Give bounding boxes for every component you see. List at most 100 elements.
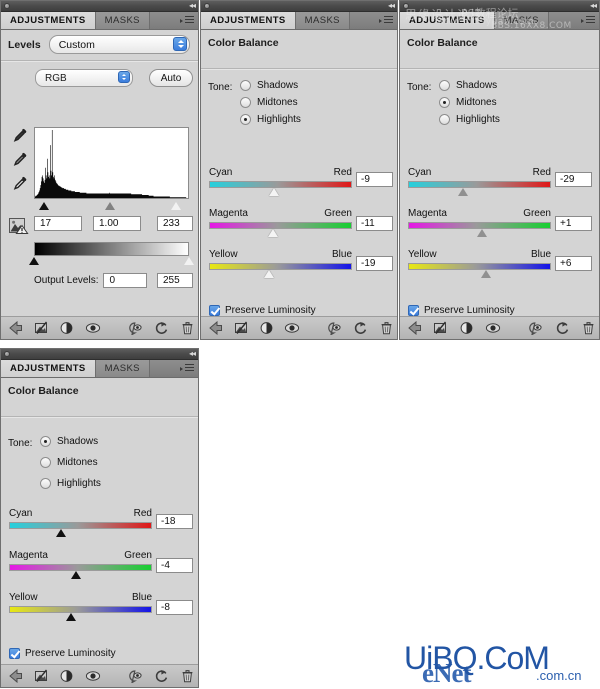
mask-preview-icon[interactable] bbox=[525, 319, 547, 337]
output-shadow-handle[interactable] bbox=[29, 257, 39, 265]
mask-preview-icon[interactable] bbox=[325, 319, 346, 337]
panel-titlebar[interactable]: ◂◂ bbox=[400, 1, 599, 12]
collapse-chevrons-icon[interactable]: ◂◂ bbox=[590, 2, 597, 10]
delete-adjustment-icon[interactable] bbox=[577, 319, 599, 337]
cyan-red-track[interactable] bbox=[209, 181, 352, 196]
panel-titlebar[interactable]: ◂◂ bbox=[201, 1, 397, 12]
yellow-blue-knob[interactable] bbox=[66, 613, 77, 621]
yellow-blue-knob[interactable] bbox=[263, 270, 274, 278]
return-to-previous-state-icon[interactable] bbox=[205, 319, 226, 337]
reset-adjustment-icon[interactable] bbox=[551, 319, 573, 337]
view-previous-state-icon[interactable] bbox=[56, 319, 78, 337]
yellow-blue-track[interactable] bbox=[9, 606, 152, 621]
return-to-previous-state-icon[interactable] bbox=[5, 667, 27, 685]
tab-masks[interactable]: MASKS bbox=[295, 12, 350, 29]
panel-titlebar[interactable]: ◂◂ bbox=[1, 349, 198, 360]
toggle-visibility-eye-icon[interactable] bbox=[482, 319, 504, 337]
reset-adjustment-icon[interactable] bbox=[151, 319, 173, 337]
cyan-red-knob[interactable] bbox=[269, 188, 280, 196]
magenta-green-knob[interactable] bbox=[476, 229, 487, 237]
radio-midtones[interactable]: Midtones bbox=[240, 97, 301, 108]
yellow-blue-track[interactable] bbox=[408, 263, 551, 278]
collapse-chevrons-icon[interactable]: ◂◂ bbox=[189, 2, 196, 10]
clip-to-layer-icon[interactable] bbox=[430, 319, 452, 337]
cyan-red-value[interactable]: -18 bbox=[156, 514, 193, 529]
radio-shadows[interactable]: Shadows bbox=[439, 80, 500, 91]
stepper-arrows-icon[interactable] bbox=[173, 37, 187, 51]
cyan-red-knob[interactable] bbox=[458, 188, 469, 196]
panel-close-dot-icon[interactable] bbox=[204, 3, 210, 9]
panel-close-dot-icon[interactable] bbox=[4, 351, 10, 357]
output-highlight-handle[interactable] bbox=[184, 257, 194, 265]
tab-adjustments[interactable]: ADJUSTMENTS bbox=[400, 12, 495, 29]
magenta-green-value[interactable]: -4 bbox=[156, 558, 193, 573]
clip-to-layer-icon[interactable] bbox=[31, 319, 53, 337]
radio-icon[interactable] bbox=[439, 97, 450, 108]
yellow-blue-value[interactable]: -19 bbox=[356, 256, 393, 271]
radio-shadows[interactable]: Shadows bbox=[40, 436, 101, 447]
panel-menu-icon[interactable] bbox=[180, 364, 194, 373]
delete-adjustment-icon[interactable] bbox=[176, 667, 198, 685]
magenta-green-track[interactable] bbox=[9, 564, 152, 579]
panel-close-dot-icon[interactable] bbox=[4, 3, 10, 9]
collapse-chevrons-icon[interactable]: ◂◂ bbox=[388, 2, 395, 10]
toggle-visibility-eye-icon[interactable] bbox=[281, 319, 302, 337]
radio-highlights[interactable]: Highlights bbox=[439, 114, 500, 125]
gray-point-eyedropper[interactable] bbox=[10, 151, 28, 169]
panel-menu-icon[interactable] bbox=[180, 16, 194, 25]
radio-icon[interactable] bbox=[40, 457, 51, 468]
magenta-green-track[interactable] bbox=[408, 222, 551, 237]
input-gamma-handle[interactable] bbox=[104, 202, 115, 210]
tab-masks[interactable]: MASKS bbox=[494, 12, 549, 29]
radio-icon[interactable] bbox=[439, 80, 450, 91]
preserve-luminosity-row[interactable]: Preserve Luminosity bbox=[1, 648, 116, 659]
preserve-luminosity-row[interactable]: Preserve Luminosity bbox=[400, 305, 515, 316]
radio-icon[interactable] bbox=[240, 114, 251, 125]
panel-menu-icon[interactable] bbox=[581, 16, 595, 25]
magenta-green-value[interactable]: +1 bbox=[555, 216, 592, 231]
radio-icon[interactable] bbox=[40, 436, 51, 447]
preserve-luminosity-checkbox[interactable] bbox=[408, 305, 419, 316]
radio-icon[interactable] bbox=[439, 114, 450, 125]
mask-preview-icon[interactable] bbox=[125, 319, 147, 337]
levels-channel-dropdown[interactable]: RGB bbox=[35, 69, 133, 87]
toggle-visibility-eye-icon[interactable] bbox=[82, 319, 104, 337]
tab-adjustments[interactable]: ADJUSTMENTS bbox=[201, 12, 296, 29]
cyan-red-value[interactable]: -9 bbox=[356, 172, 393, 187]
cyan-red-knob[interactable] bbox=[56, 529, 67, 537]
view-previous-state-icon[interactable] bbox=[56, 667, 78, 685]
input-highlight-handle[interactable] bbox=[170, 202, 181, 210]
levels-preset-dropdown[interactable]: Custom bbox=[48, 35, 190, 54]
view-previous-state-icon[interactable] bbox=[456, 319, 478, 337]
clip-to-layer-icon[interactable] bbox=[31, 667, 53, 685]
toggle-visibility-eye-icon[interactable] bbox=[82, 667, 104, 685]
radio-icon[interactable] bbox=[40, 478, 51, 489]
clip-to-layer-icon[interactable] bbox=[230, 319, 251, 337]
radio-highlights[interactable]: Highlights bbox=[40, 478, 101, 489]
magenta-green-value[interactable]: -11 bbox=[356, 216, 393, 231]
view-previous-state-icon[interactable] bbox=[256, 319, 277, 337]
preserve-luminosity-row[interactable]: Preserve Luminosity bbox=[201, 305, 316, 316]
stepper-arrows-icon[interactable] bbox=[118, 71, 130, 83]
radio-icon[interactable] bbox=[240, 80, 251, 91]
tab-masks[interactable]: MASKS bbox=[95, 360, 150, 377]
input-highlight-field[interactable]: 233 bbox=[157, 216, 193, 231]
input-gamma-field[interactable]: 1.00 bbox=[93, 216, 141, 231]
delete-adjustment-icon[interactable] bbox=[176, 319, 198, 337]
cyan-red-track[interactable] bbox=[408, 181, 551, 196]
return-to-previous-state-icon[interactable] bbox=[5, 319, 27, 337]
yellow-blue-track[interactable] bbox=[209, 263, 352, 278]
reset-adjustment-icon[interactable] bbox=[151, 667, 173, 685]
input-shadow-handle[interactable] bbox=[39, 202, 50, 210]
tab-adjustments[interactable]: ADJUSTMENTS bbox=[1, 12, 96, 29]
panel-titlebar[interactable]: ◂◂ bbox=[1, 1, 198, 12]
white-point-eyedropper[interactable] bbox=[10, 175, 28, 193]
auto-button[interactable]: Auto bbox=[149, 69, 193, 87]
panel-menu-icon[interactable] bbox=[379, 16, 393, 25]
return-to-previous-state-icon[interactable] bbox=[404, 319, 426, 337]
black-point-eyedropper[interactable] bbox=[10, 127, 28, 145]
cyan-red-track[interactable] bbox=[9, 522, 152, 537]
reset-adjustment-icon[interactable] bbox=[350, 319, 371, 337]
tab-masks[interactable]: MASKS bbox=[95, 12, 150, 29]
magenta-green-knob[interactable] bbox=[267, 229, 278, 237]
